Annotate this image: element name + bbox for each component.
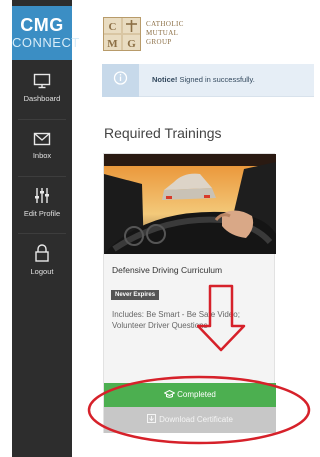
brand-line-1: CMG [20, 15, 64, 35]
catholic-mutual-logo-mark: C G M [103, 17, 141, 51]
graduation-cap-icon [163, 389, 176, 398]
section-title: Required Trainings [104, 125, 222, 141]
company-name: CATHOLIC MUTUAL GROUP [146, 20, 184, 47]
training-image [104, 154, 276, 254]
monitor-icon [33, 73, 51, 89]
svg-text:C: C [109, 21, 117, 33]
sidebar-item-label: Logout [30, 267, 54, 276]
training-title: Defensive Driving Curriculum [112, 265, 223, 275]
svg-text:M: M [107, 38, 118, 50]
training-description: Includes: Be Smart - Be Safe Video; Volu… [112, 310, 240, 330]
sidebar-item-label: Dashboard [23, 94, 61, 103]
sidebar: CMG CONNECT Dashboard Inbox Edit Profile [12, 0, 80, 457]
company-name-line: MUTUAL [146, 29, 179, 37]
envelope-icon [33, 132, 51, 146]
download-certificate-button[interactable]: Download Certificate [104, 407, 276, 433]
expiry-badge: Never Expires [111, 290, 160, 300]
notice-banner: Notice! Signed in successfully. [102, 64, 314, 97]
download-label: Download Certificate [159, 415, 233, 424]
logo-emblem-icon: C G M [104, 18, 140, 50]
sidebar-item-dashboard[interactable]: Dashboard [12, 73, 72, 125]
company-name-line: CATHOLIC [146, 20, 184, 28]
sidebar-item-edit-profile[interactable]: Edit Profile [12, 187, 72, 239]
divider [18, 233, 66, 234]
sidebar-item-logout[interactable]: Logout [12, 244, 72, 296]
sidebar-item-label: Inbox [32, 151, 52, 160]
training-card: Defensive Driving Curriculum Never Expir… [103, 153, 276, 433]
sliders-icon [35, 188, 49, 203]
notice-text: Notice! Signed in successfully. [152, 75, 255, 84]
notice-message: Signed in successfully. [179, 75, 255, 84]
download-icon [147, 414, 157, 423]
divider [18, 176, 66, 177]
completed-button[interactable]: Completed [104, 383, 276, 407]
lock-icon [35, 244, 49, 262]
notice-label: Notice! [152, 75, 178, 84]
info-icon [113, 71, 128, 85]
brand-logo[interactable]: CMG CONNECT [12, 6, 80, 60]
divider [18, 119, 66, 120]
svg-text:G: G [127, 38, 136, 50]
notice-icon-container [102, 64, 139, 97]
sidebar-item-label: Edit Profile [23, 209, 61, 218]
completed-label: Completed [177, 390, 216, 399]
brand-line-2: CONNECT [12, 35, 80, 50]
company-name-line: GROUP [146, 38, 172, 46]
